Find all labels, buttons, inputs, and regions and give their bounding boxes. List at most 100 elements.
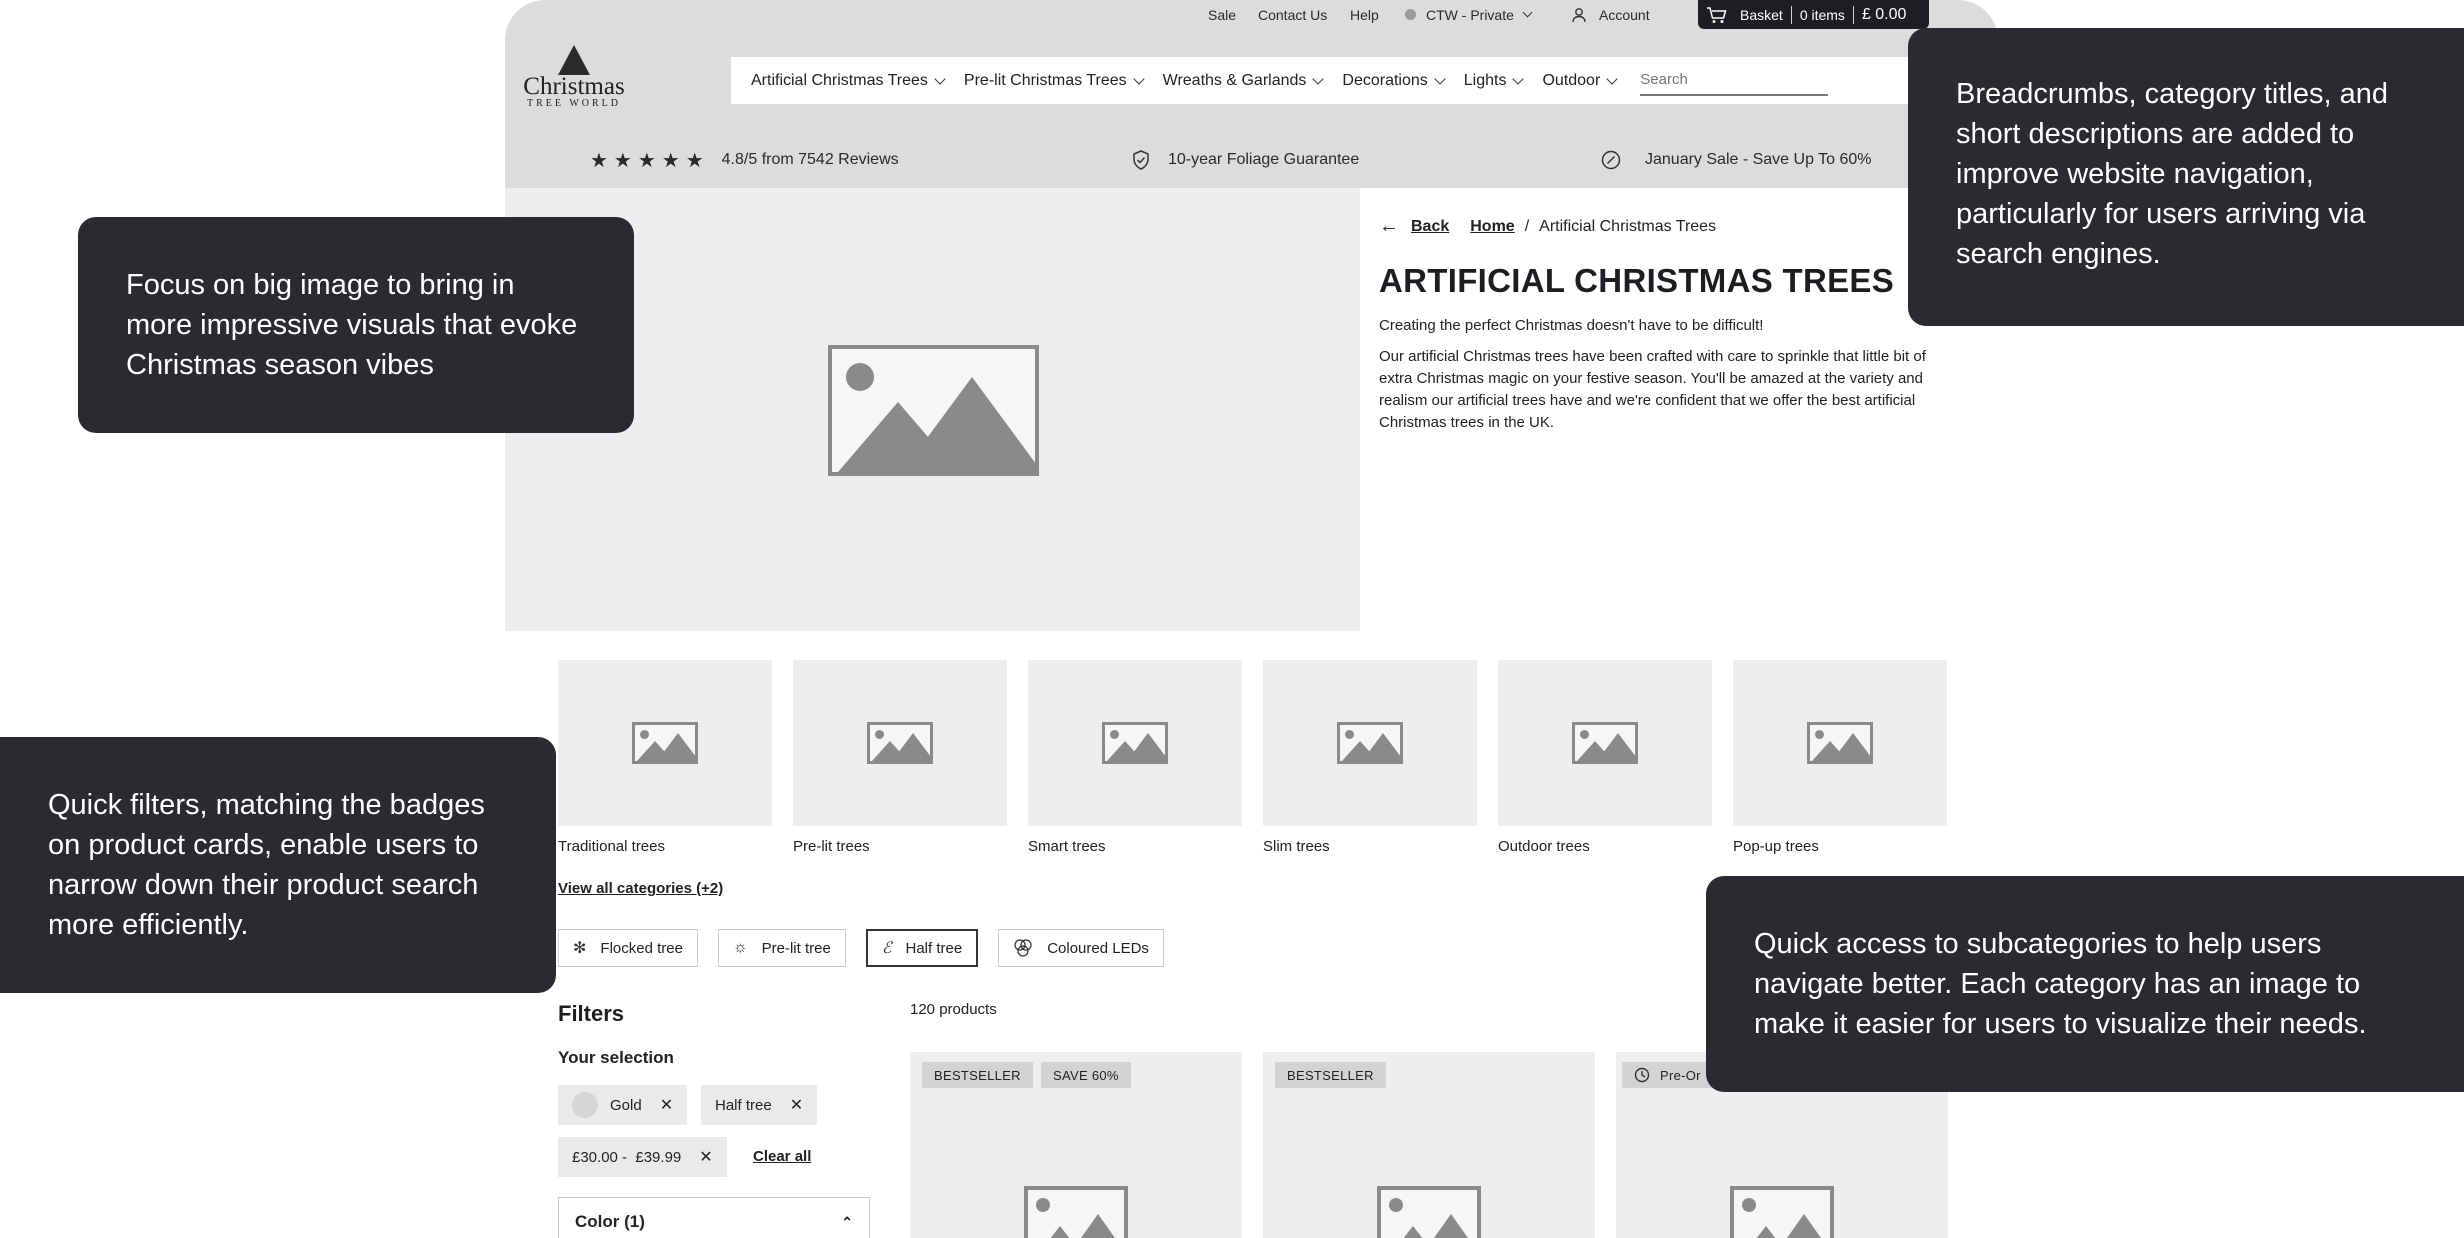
back-link[interactable]: Back [1411,218,1449,236]
your-selection-heading: Your selection [558,1048,674,1067]
logo-wordmark: Christmas [523,73,625,100]
breadcrumb-separator: / [1524,217,1530,235]
close-icon[interactable]: ✕ [790,1095,803,1115]
site-header: Christmas TREE WORLD Artificial Christma… [505,29,1998,132]
close-icon[interactable]: ✕ [660,1095,673,1115]
home-link[interactable]: Home [1470,218,1514,236]
selected-filter-half-tree[interactable]: Half tree ✕ [701,1085,818,1125]
image-placeholder-icon [1377,1186,1481,1238]
tree-logo-icon [558,45,590,75]
rating-text: 4.8/5 from 7542 Reviews [721,151,899,168]
divider [1790,5,1792,24]
product-card[interactable]: BESTSELLER SAVE 60% [910,1052,1242,1238]
nav-decorations[interactable]: Decorations [1322,72,1446,90]
nav-outdoor[interactable]: Outdoor [1522,72,1618,90]
guarantee-text: 10-year Foliage Guarantee [1168,151,1360,168]
selected-filter-price[interactable]: £30.00 - £39.99 ✕ [558,1137,727,1177]
subcategory-smart-trees[interactable]: Smart trees [1028,660,1242,855]
subcategory-outdoor-trees[interactable]: Outdoor trees [1498,660,1712,855]
subcategory-label: Pop-up trees [1733,838,1819,855]
account-link[interactable]: Account [1571,0,1650,29]
product-count: 120 products [910,1001,997,1018]
main-navigation: Artificial Christmas Trees Pre-lit Chris… [731,57,1911,104]
arrow-left-icon[interactable]: ← [1379,215,1399,238]
quick-filter-label: Half tree [905,939,963,957]
basket-total: £ 0.00 [1861,5,1907,23]
quick-filter-half-tree[interactable]: ℰ Half tree [865,929,979,967]
help-link[interactable]: Help [1350,0,1379,29]
color-swatch [572,1092,598,1118]
subcategory-image [793,660,1007,826]
nav-artificial-christmas-trees[interactable]: Artificial Christmas Trees [731,71,946,90]
image-placeholder-icon [1730,1186,1834,1238]
breadcrumb-current: Artificial Christmas Trees [1539,217,1717,235]
store-selector[interactable]: CTW - Private [1405,0,1533,29]
selected-filter-label: Half tree [715,1096,772,1114]
subcategory-label: Smart trees [1028,838,1106,855]
nav-pre-lit-christmas-trees[interactable]: Pre-lit Christmas Trees [944,72,1145,90]
category-lead: Creating the perfect Christmas doesn't h… [1379,317,1764,334]
nav-wreaths-garlands[interactable]: Wreaths & Garlands [1143,71,1325,90]
bestseller-badge: BESTSELLER [1275,1062,1386,1088]
subcategory-pop-up-trees[interactable]: Pop-up trees [1733,660,1947,855]
guarantee-info: 10-year Foliage Guarantee [1132,132,1359,188]
basket-button[interactable]: Basket 0 items £ 0.00 [1698,0,1929,29]
christmas-tree-world-logo[interactable]: Christmas TREE WORLD [519,45,629,117]
badge-label: Pre-Or [1660,1067,1701,1083]
contact-us-link[interactable]: Contact Us [1258,0,1327,29]
view-all-categories-link[interactable]: View all categories (+2) [558,880,723,897]
subcategory-image [558,660,772,826]
filters-heading: Filters [558,1001,625,1026]
breadcrumb: ← Back Home / Artificial Christmas Trees [1379,215,1716,238]
accordion-label: Color (1) [575,1212,645,1231]
rating-summary[interactable]: ★★★★★ 4.8/5 from 7542 Reviews [590,132,899,188]
nav-label: Artificial Christmas Trees [751,71,928,89]
bulb-icon: ☼ [732,939,748,956]
quick-filter-pre-lit-tree[interactable]: ☼ Pre-lit tree [717,929,846,967]
nav-label: Wreaths & Garlands [1162,71,1307,89]
close-icon[interactable]: ✕ [699,1147,712,1167]
quick-filter-label: Flocked tree [600,939,683,957]
chevron-down-icon [1606,72,1618,85]
trust-bar: ★★★★★ 4.8/5 from 7542 Reviews 10-year Fo… [505,132,1998,188]
quick-filter-flocked-tree[interactable]: ✻ Flocked tree [558,929,698,967]
nav-lights[interactable]: Lights [1444,71,1525,90]
annotation-subcategories: Quick access to subcategories to help us… [1706,876,2464,1092]
pre-order-badge: Pre-Or [1622,1062,1713,1088]
chevron-up-icon: ⌃ [841,1213,853,1230]
subcategory-label: Traditional trees [558,838,665,855]
sale-banner[interactable]: January Sale - Save Up To 60% [1601,132,1872,188]
subcategory-label: Pre-lit trees [793,838,870,855]
sale-text: January Sale - Save Up To 60% [1645,151,1872,168]
selected-filter-label: Gold [610,1096,642,1114]
subcategory-image [1498,660,1712,826]
quick-filter-coloured-leds[interactable]: Coloured LEDs [998,929,1164,967]
annotation-hero-image: Focus on big image to bring in more impr… [78,217,634,433]
subcategory-slim-trees[interactable]: Slim trees [1263,660,1477,855]
image-placeholder-icon [1102,722,1168,764]
subcategory-list: Traditional trees Pre-lit trees Smart tr… [558,660,1948,860]
image-placeholder-icon [867,722,933,764]
subcategory-pre-lit-trees[interactable]: Pre-lit trees [793,660,1007,855]
subcategory-image [1733,660,1947,826]
user-icon [1572,7,1586,22]
save-badge: SAVE 60% [1041,1062,1131,1088]
product-card[interactable]: BESTSELLER [1263,1052,1595,1238]
subcategory-traditional-trees[interactable]: Traditional trees [558,660,772,855]
cart-icon [1707,6,1727,23]
search-input[interactable] [1640,65,1829,96]
subcategory-label: Outdoor trees [1498,838,1590,855]
nav-label: Lights [1463,71,1507,89]
divider [1852,5,1854,24]
color-filter-accordion[interactable]: Color (1) ⌃ [558,1197,870,1238]
selected-filter-label: £30.00 - £39.99 [572,1148,682,1166]
sale-link[interactable]: Sale [1208,0,1236,29]
shield-check-icon [1133,150,1149,170]
account-label: Account [1599,6,1650,23]
clear-all-button[interactable]: Clear all [753,1148,811,1165]
subcategory-image [1028,660,1242,826]
subcategory-label: Slim trees [1263,838,1330,855]
image-placeholder-icon [828,345,1039,476]
image-placeholder-icon [1572,722,1638,764]
selected-filter-gold[interactable]: Gold ✕ [558,1085,688,1125]
